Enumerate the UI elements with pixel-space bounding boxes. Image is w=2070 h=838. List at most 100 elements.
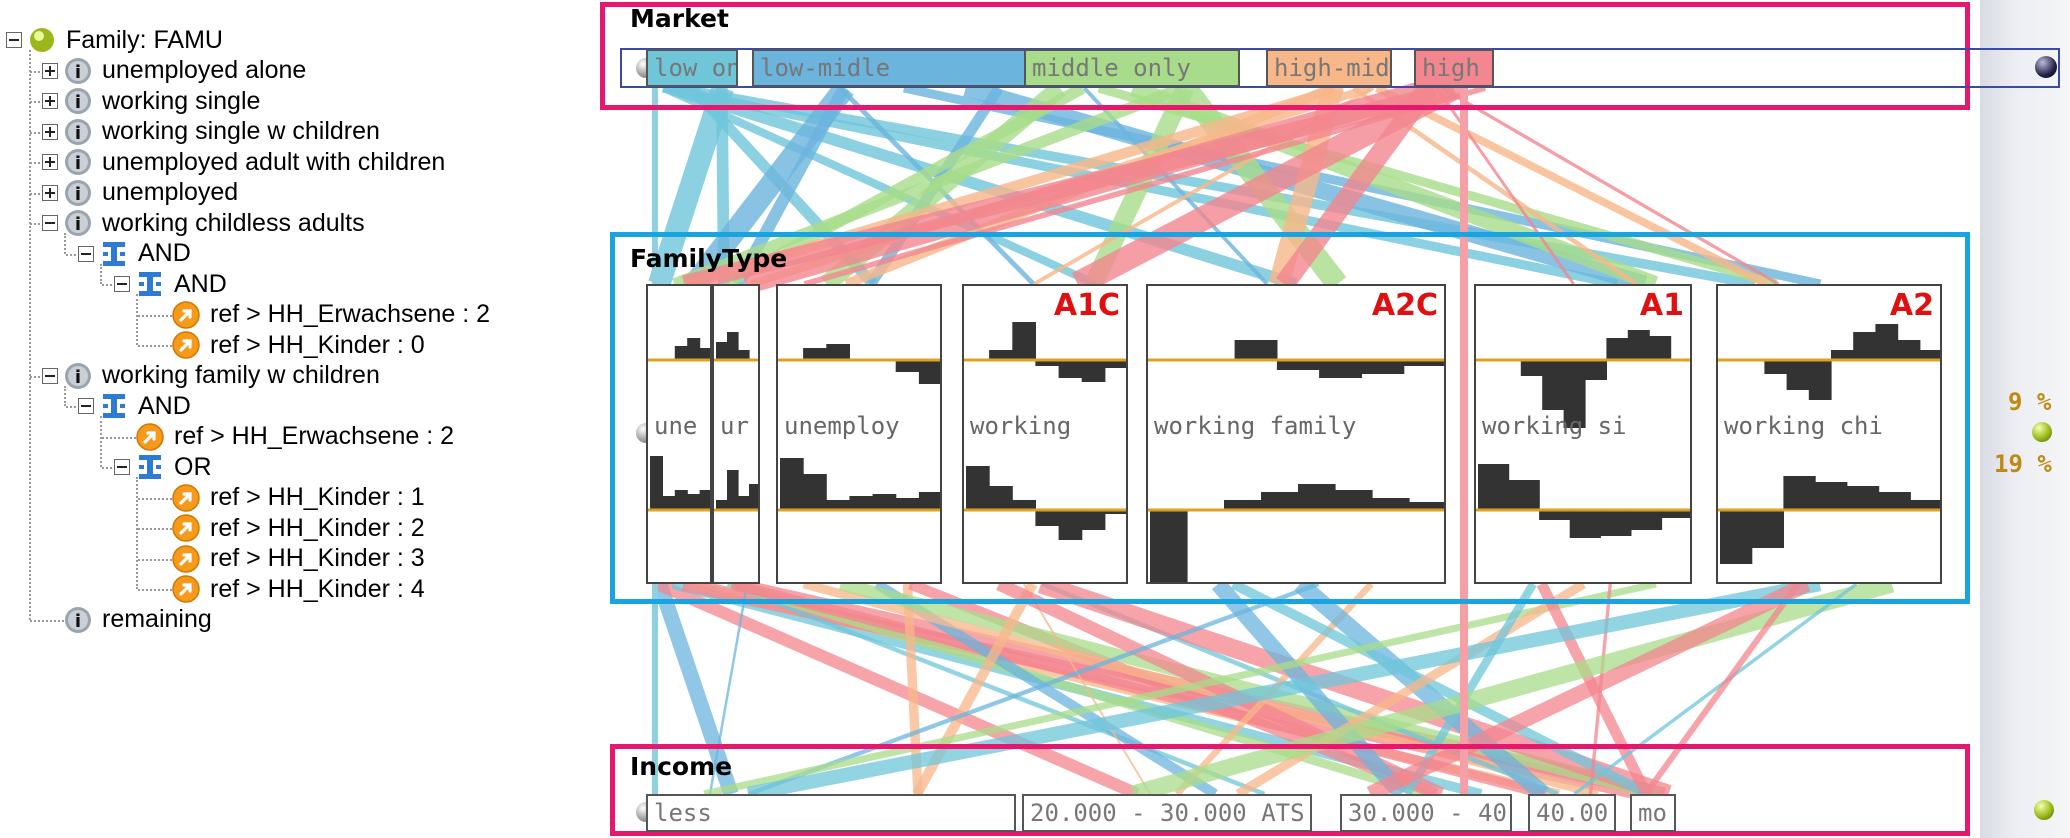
collapse-toggle[interactable] <box>42 215 58 231</box>
collapse-toggle[interactable] <box>78 245 94 262</box>
familytype-category-panel[interactable]: working si A1 <box>1474 284 1692 584</box>
histogram-bar <box>1335 490 1373 510</box>
histogram-bar <box>1298 484 1336 510</box>
expand-toggle[interactable] <box>42 62 58 79</box>
familytype-panel-label: ur <box>720 412 749 440</box>
svg-text:i: i <box>75 214 81 235</box>
familytype-panel-label: working si <box>1482 412 1627 440</box>
income-category-bar[interactable]: less <box>646 794 1016 832</box>
bottom-percent: 19 % <box>1994 450 2052 478</box>
logic-and-icon <box>100 240 128 268</box>
histogram-bar <box>1720 510 1753 564</box>
side-indicator-knob[interactable] <box>2032 422 2052 442</box>
collapse-toggle[interactable] <box>114 276 130 292</box>
histogram-bar <box>849 496 874 510</box>
info-icon: i <box>64 87 92 115</box>
collapse-toggle[interactable] <box>78 398 94 414</box>
income-category-bar[interactable]: 30.000 - 40 <box>1340 794 1512 832</box>
histogram-bar <box>1764 360 1788 374</box>
income-category-bar[interactable]: 20.000 - 30.000 ATS <box>1022 794 1312 832</box>
tree-connector <box>29 50 31 620</box>
market-handle-right[interactable] <box>2035 56 2057 78</box>
histogram-bar <box>1081 360 1106 382</box>
histogram-bar <box>727 332 739 360</box>
histogram-bar <box>1875 324 1899 360</box>
reference-arrow-icon <box>172 483 200 512</box>
expand-toggle[interactable] <box>42 154 58 170</box>
income-category-bar[interactable]: 40.00 <box>1528 794 1616 832</box>
tree-node-label: working single <box>102 86 261 115</box>
familytype-panel-label: working <box>970 412 1072 440</box>
expand-toggle[interactable] <box>42 123 58 140</box>
histogram-bar <box>699 348 710 360</box>
histogram-bar <box>1508 480 1540 510</box>
histogram-bar <box>662 496 676 510</box>
familytype-category-panel[interactable]: une <box>646 284 712 584</box>
histogram-bar <box>895 498 920 510</box>
familytype-panel-tag: A2C <box>1371 288 1438 323</box>
familytype-category-panel[interactable]: working A1C <box>962 284 1128 584</box>
info-icon: i <box>64 362 92 390</box>
familytype-category-panel[interactable]: ur <box>712 284 760 584</box>
income-handle-right[interactable] <box>2034 800 2054 820</box>
svg-text:i: i <box>75 184 81 205</box>
collapse-toggle[interactable] <box>6 32 22 48</box>
market-category-bar[interactable]: middle only <box>1024 49 1240 87</box>
histogram-bar <box>1600 510 1632 536</box>
collapse-toggle[interactable] <box>114 459 130 475</box>
tree-node-label: ref > HH_Kinder : 0 <box>210 330 425 359</box>
familytype-panel-tag: A1C <box>1053 288 1120 323</box>
familytype-category-panel[interactable]: working family A2C <box>1146 284 1446 584</box>
histogram-bar <box>1361 360 1405 374</box>
histogram-bar <box>1478 464 1510 510</box>
market-category-bar[interactable]: high-mid <box>1266 49 1392 87</box>
market-category-bar[interactable]: low on <box>646 49 738 87</box>
info-icon: i <box>64 148 92 176</box>
familytype-panel-tag: A2 <box>1889 288 1934 323</box>
histogram-bar <box>1035 510 1060 526</box>
tree-node-label: unemployed adult with children <box>102 147 446 176</box>
expand-toggle[interactable] <box>42 93 58 109</box>
svg-text:i: i <box>75 367 81 388</box>
histogram-bar <box>1846 486 1880 510</box>
histogram-bar <box>895 360 920 372</box>
tree-node-label: AND <box>174 269 227 298</box>
tree-node-label: ref > HH_Kinder : 2 <box>210 513 425 542</box>
root-ball-icon <box>28 26 56 54</box>
familytype-panel-label: unemploy <box>784 412 900 440</box>
tree-node-label: ref > HH_Erwachsene : 2 <box>174 422 454 450</box>
histogram-bar <box>918 492 940 510</box>
reference-arrow-icon <box>136 422 164 451</box>
market-category-bar[interactable]: high <box>1414 49 1494 87</box>
histogram-bar <box>650 456 663 510</box>
collapse-toggle[interactable] <box>42 367 58 384</box>
svg-text:i: i <box>75 153 81 174</box>
info-icon: i <box>64 209 92 237</box>
familytype-category-panel[interactable]: working chi A2 <box>1716 284 1942 584</box>
histogram-bar <box>738 496 750 510</box>
tree-node-label: AND <box>138 391 191 420</box>
tree-node[interactable]: i remaining <box>64 602 212 638</box>
reference-arrow-icon <box>172 514 200 542</box>
histogram-bar <box>674 346 688 360</box>
tree-node-label: ref > HH_Erwachsene : 2 <box>210 300 490 328</box>
family-tree: Family: FAMU i unemployed alone i working si… <box>0 0 600 838</box>
histogram-bar <box>1897 340 1921 360</box>
histogram-bar <box>1261 492 1299 510</box>
expand-toggle[interactable] <box>42 184 58 201</box>
tree-node-label: ref > HH_Kinder : 1 <box>210 483 425 511</box>
familytype-category-panel[interactable]: unemploy <box>776 284 942 584</box>
histogram-bar <box>1649 336 1672 360</box>
histogram-bar <box>1150 510 1188 582</box>
tree-node-label: remaining <box>102 605 212 633</box>
tree-node-label: working family w children <box>102 361 380 389</box>
histogram-bar <box>674 490 688 510</box>
histogram-bar <box>1627 330 1650 360</box>
tree-node-label: working childless adults <box>102 208 365 237</box>
logic-and-icon <box>136 270 164 298</box>
svg-text:i: i <box>75 92 81 113</box>
histogram-bar <box>1520 360 1543 376</box>
svg-text:i: i <box>75 62 81 83</box>
info-icon: i <box>64 179 92 207</box>
income-category-bar[interactable]: mo <box>1630 794 1676 832</box>
